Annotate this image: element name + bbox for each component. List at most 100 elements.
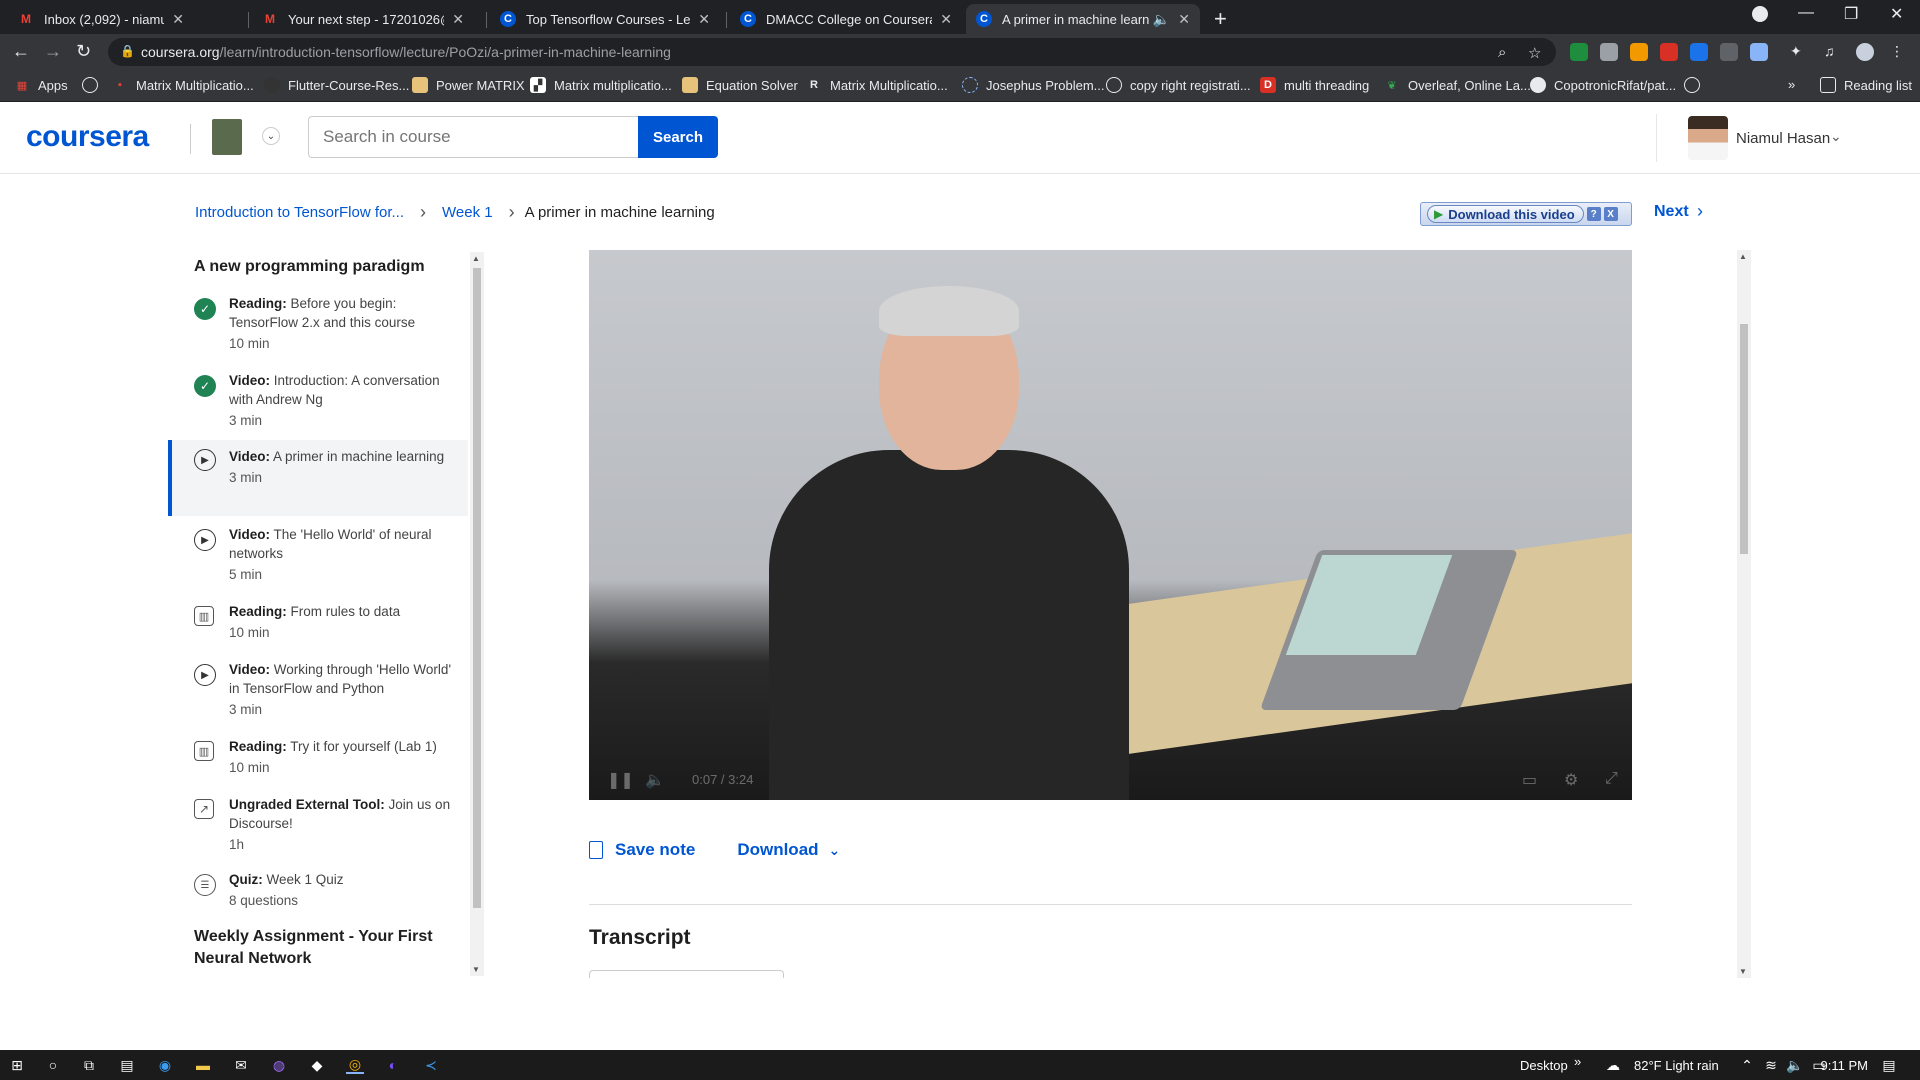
breadcrumb-course-link[interactable]: Introduction to TensorFlow for...: [195, 204, 404, 221]
main-scrollbar[interactable]: ▲ ▼: [1737, 250, 1751, 978]
extension-icon[interactable]: [1750, 43, 1768, 61]
cloud-icon[interactable]: ☁: [1604, 1056, 1622, 1074]
vscode-icon[interactable]: ≺: [422, 1056, 440, 1074]
bookmark-item[interactable]: copy right registrati...: [1106, 77, 1251, 93]
app-icon[interactable]: ◆: [308, 1056, 326, 1074]
edge-icon[interactable]: ◉: [156, 1056, 174, 1074]
download-video-button[interactable]: ▶ Download this video: [1427, 205, 1584, 223]
star-icon[interactable]: ☆: [1528, 44, 1541, 62]
browser-tab[interactable]: M Your next step - 17201026@uap- ✕: [252, 4, 474, 34]
download-dropdown[interactable]: Download ⌄: [737, 840, 840, 860]
save-note-button[interactable]: Save note: [589, 840, 695, 860]
coursera-logo[interactable]: coursera: [26, 120, 149, 154]
wifi-icon[interactable]: ≋: [1762, 1056, 1780, 1074]
extension-icon[interactable]: [1660, 43, 1678, 61]
restore-icon[interactable]: ❐: [1844, 4, 1858, 24]
bookmark-item[interactable]: [1684, 77, 1708, 93]
list-item[interactable]: ✓ Reading: Before you begin: TensorFlow …: [168, 294, 468, 358]
bookmarks-overflow[interactable]: »: [1788, 77, 1795, 92]
browser-tab-active[interactable]: C A primer in machine learning 🔈 ✕: [966, 4, 1200, 34]
list-item[interactable]: ▶ Video: The 'Hello World' of neural net…: [168, 525, 468, 589]
forward-icon[interactable]: →: [44, 41, 62, 62]
pause-icon[interactable]: ❚❚: [607, 770, 634, 790]
fullscreen-icon[interactable]: ⤢: [1605, 770, 1618, 788]
puzzle-icon[interactable]: ✦: [1790, 43, 1808, 61]
download-extension-icon[interactable]: [1690, 43, 1708, 61]
list-item[interactable]: ▥ Reading: Try it for yourself (Lab 1) 10…: [168, 737, 468, 781]
windows-start-icon[interactable]: ⊞: [8, 1056, 26, 1074]
reload-icon[interactable]: ↻: [76, 41, 91, 62]
minimize-icon[interactable]: —: [1798, 4, 1814, 22]
grammarly-extension-icon[interactable]: [1570, 43, 1588, 61]
breadcrumb-week-link[interactable]: Week 1: [442, 204, 493, 221]
video-player[interactable]: ❚❚ 🔈 0:07 / 3:24 ▭ ⚙ ⤢: [589, 250, 1632, 800]
settings-gear-icon[interactable]: ⚙: [1564, 770, 1578, 790]
close-window-icon[interactable]: ✕: [1890, 4, 1903, 24]
bookmark-item[interactable]: Dmulti threading: [1260, 77, 1369, 93]
transcript-language-select[interactable]: [589, 970, 784, 978]
file-explorer-icon[interactable]: ▬: [194, 1056, 212, 1074]
app-icon[interactable]: ◐: [384, 1056, 402, 1074]
sidebar-scrollbar[interactable]: ▲ ▼: [470, 252, 484, 976]
close-icon[interactable]: X: [1603, 207, 1618, 221]
bookmark-item[interactable]: Power MATRIX: [412, 77, 525, 93]
close-icon[interactable]: ✕: [1178, 11, 1190, 28]
list-item[interactable]: ↗ Ungraded External Tool: Join us on Dis…: [168, 795, 468, 859]
mail-icon[interactable]: ✉: [232, 1056, 250, 1074]
bookmark-item[interactable]: ▪ Matrix Multiplicatio...: [112, 77, 254, 93]
scroll-up-icon[interactable]: ▲: [1739, 252, 1747, 261]
scrollbar-thumb[interactable]: [473, 268, 481, 908]
bookmark-item[interactable]: Equation Solver: [682, 77, 798, 93]
back-icon[interactable]: ←: [12, 41, 30, 62]
speaker-icon[interactable]: 🔈: [1153, 11, 1170, 28]
close-icon[interactable]: ✕: [452, 11, 464, 28]
browser-tab[interactable]: C Top Tensorflow Courses - Learn T ✕: [490, 4, 720, 34]
browser-tab[interactable]: C DMACC College on Coursera | Co ✕: [730, 4, 962, 34]
bookmark-apps[interactable]: ▦ Apps: [14, 77, 68, 93]
chevron-down-icon[interactable]: ⌄: [262, 127, 280, 145]
reading-list[interactable]: Reading list: [1820, 77, 1912, 93]
bookmark-item[interactable]: [82, 77, 106, 93]
task-view-icon[interactable]: ⧉: [80, 1056, 98, 1074]
scroll-down-icon[interactable]: ▼: [1739, 967, 1747, 976]
chevron-up-icon[interactable]: ⌃: [1738, 1056, 1756, 1074]
avatar[interactable]: [1688, 116, 1728, 160]
search-circle-icon[interactable]: ○: [44, 1056, 62, 1074]
volume-icon[interactable]: 🔈: [1786, 1056, 1804, 1074]
close-icon[interactable]: ✕: [172, 11, 184, 28]
bookmark-item[interactable]: CopotronicRifat/pat...: [1530, 77, 1676, 93]
chevron-double-right-icon[interactable]: »: [1574, 1054, 1581, 1069]
scroll-up-icon[interactable]: ▲: [472, 254, 480, 263]
chrome-icon[interactable]: ◎: [346, 1056, 364, 1074]
desktop-toolbar-label[interactable]: Desktop: [1520, 1058, 1568, 1073]
scroll-down-icon[interactable]: ▼: [472, 965, 480, 974]
bookmark-item[interactable]: ▞ Matrix multiplicatio...: [530, 77, 672, 93]
bookmark-item[interactable]: R Matrix Multiplicatio...: [806, 77, 948, 93]
chevron-right-icon[interactable]: ›: [1697, 201, 1703, 222]
bookmark-item[interactable]: Flutter-Course-Res...: [264, 77, 409, 93]
zoom-icon[interactable]: ⌕: [1498, 44, 1506, 61]
list-item-active[interactable]: ▶ Video: A primer in machine learning 3 m…: [168, 440, 468, 516]
close-icon[interactable]: ✕: [698, 11, 710, 28]
media-icon[interactable]: ♫: [1824, 43, 1842, 61]
screenshot-extension-icon[interactable]: [1600, 43, 1618, 61]
calculator-icon[interactable]: ▤: [118, 1056, 136, 1074]
bookmark-item[interactable]: ❦ Overleaf, Online La...: [1384, 77, 1530, 93]
list-item[interactable]: ☰ Quiz: Week 1 Quiz 8 questions: [168, 870, 468, 914]
user-name[interactable]: Niamul Hasan: [1736, 130, 1830, 147]
chevron-down-icon[interactable]: ⌄: [1830, 128, 1842, 145]
messenger-icon[interactable]: ◍: [270, 1056, 288, 1074]
captions-icon[interactable]: ▭: [1522, 770, 1537, 790]
list-item[interactable]: ▥ Reading: From rules to data 10 min: [168, 602, 468, 646]
scrollbar-thumb[interactable]: [1740, 324, 1748, 554]
new-tab-button[interactable]: +: [1214, 6, 1227, 32]
volume-icon[interactable]: 🔈: [645, 770, 665, 790]
address-bar[interactable]: 🔒 coursera.org/learn/introduction-tensor…: [108, 38, 1556, 66]
search-input[interactable]: [308, 116, 638, 158]
clock[interactable]: 9:11 PM: [1814, 1058, 1868, 1073]
menu-dots-icon[interactable]: ⋮: [1890, 43, 1908, 61]
next-button[interactable]: Next: [1654, 203, 1689, 221]
help-icon[interactable]: ?: [1586, 207, 1601, 221]
partner-logo[interactable]: [212, 119, 242, 155]
search-button[interactable]: Search: [638, 116, 718, 158]
